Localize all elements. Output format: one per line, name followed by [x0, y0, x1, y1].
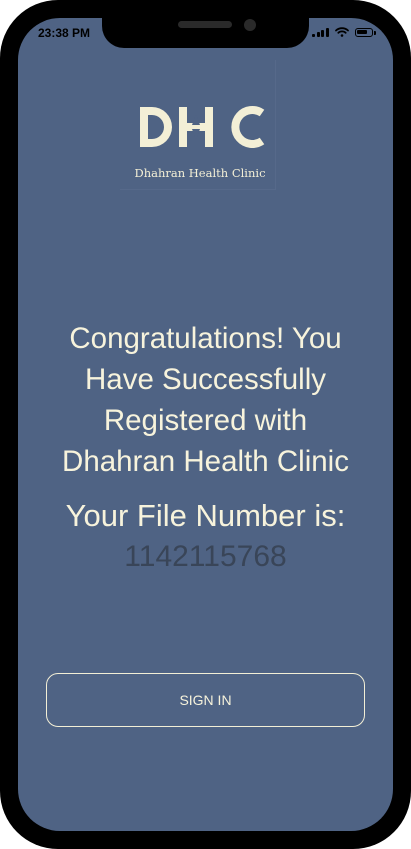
file-number-label: Your File Number is:: [65, 498, 346, 533]
status-time: 23:38 PM: [38, 26, 91, 40]
logo-subtitle: Dhahran Health Clinic: [134, 166, 266, 180]
speaker-grille: [178, 21, 232, 28]
sign-in-button[interactable]: SIGN IN: [46, 673, 365, 727]
message-line: Registered with: [103, 404, 308, 437]
phone-frame: 23:38 PM Dhahran Health Clinic Congratul…: [0, 0, 411, 849]
message-line: Have Successfully: [84, 363, 326, 396]
status-icons: [312, 27, 376, 37]
clinic-logo: [140, 106, 265, 148]
wifi-icon: [334, 27, 349, 37]
success-message: Congratulations! You Have Successfully R…: [18, 318, 393, 482]
message-line: Congratulations! You: [69, 322, 342, 355]
cellular-signal-icon: [312, 27, 329, 37]
message-line: Dhahran Health Clinic: [62, 445, 349, 478]
front-camera: [244, 19, 256, 31]
device-notch: [102, 12, 309, 48]
file-number-value: 1142115768: [124, 540, 287, 573]
battery-level: [356, 29, 367, 34]
battery-icon: [354, 27, 376, 37]
